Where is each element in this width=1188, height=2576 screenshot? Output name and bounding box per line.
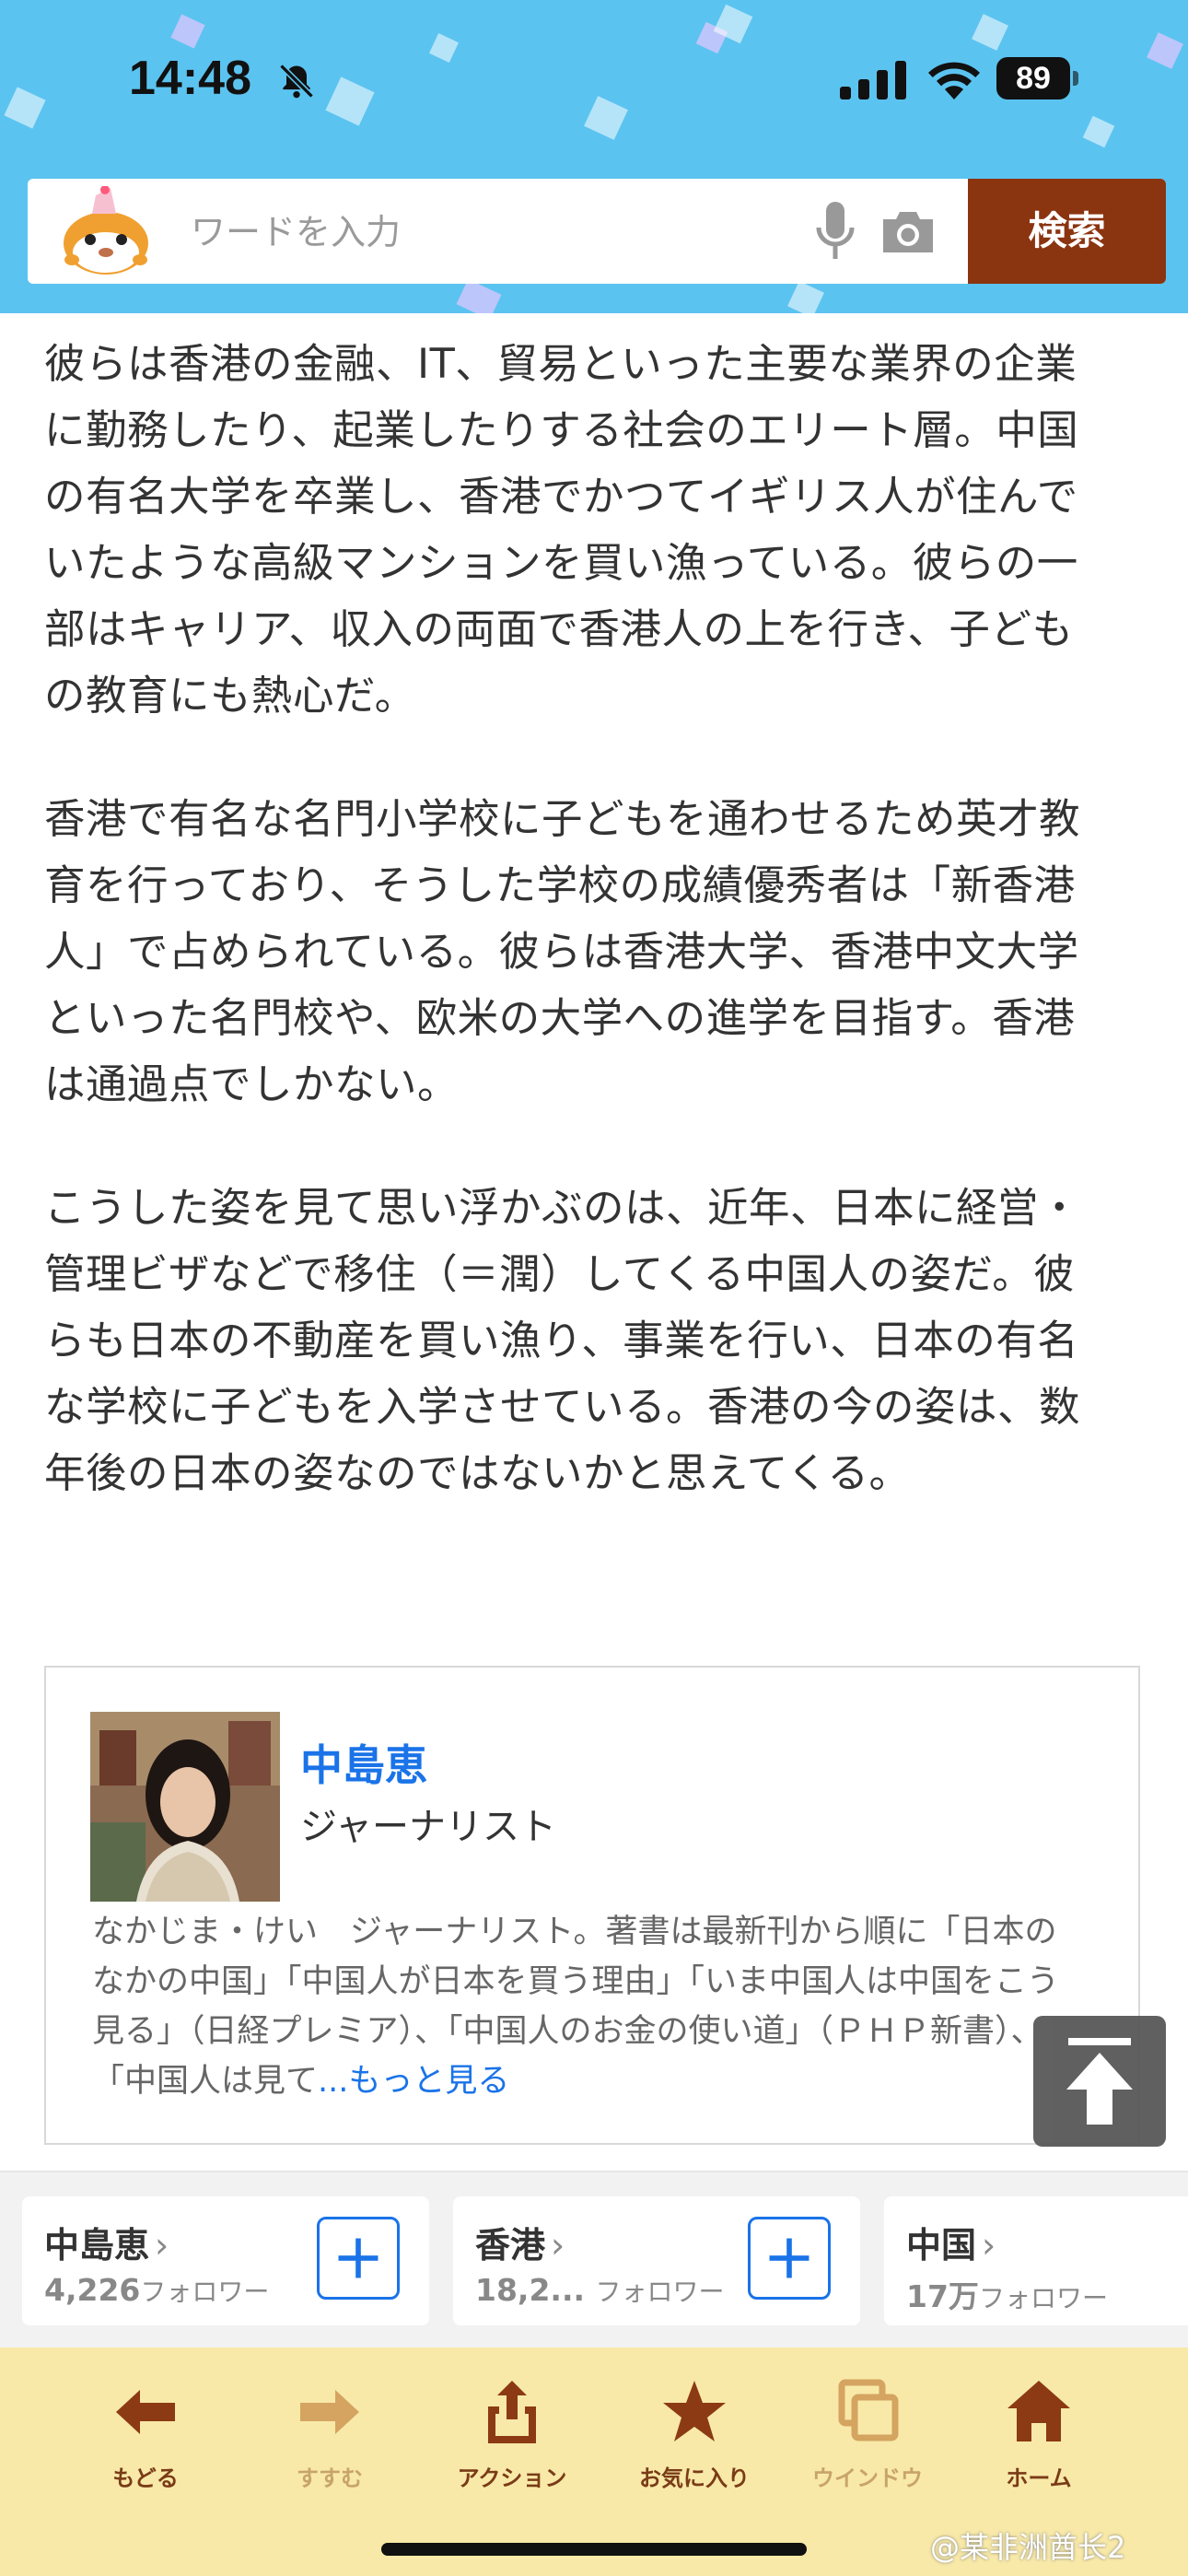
search-bar: 検索 — [28, 179, 1166, 284]
home-label: ホーム — [1006, 2465, 1072, 2491]
back-label: もどる — [112, 2465, 179, 2491]
follow-card-china[interactable]: 中国 › 17万フォロワー — [884, 2196, 1188, 2325]
follow-card-title: 中国 › — [906, 2217, 996, 2267]
cellular-signal-icon — [840, 61, 906, 100]
status-time: 14:48 — [129, 52, 251, 105]
chevron-right-icon: › — [551, 2225, 565, 2266]
author-name-link[interactable]: 中島恵 — [300, 1732, 427, 1793]
follow-card-name: 中国 — [906, 2225, 977, 2266]
follower-count: 4,226フォロワー — [44, 2272, 269, 2309]
scroll-to-top-button[interactable] — [1033, 2016, 1166, 2147]
action-label: アクション — [457, 2465, 567, 2491]
home-icon — [1007, 2381, 1070, 2441]
plus-icon — [338, 2238, 379, 2278]
favorites-button[interactable]: お気に入り — [611, 2375, 777, 2513]
bell-muted-icon — [279, 64, 314, 99]
read-more-link[interactable]: ...もっと見る — [318, 2063, 509, 2100]
follower-count-value: 4,226 — [44, 2272, 141, 2308]
confetti-decoration — [456, 278, 502, 313]
search-button[interactable]: 検索 — [968, 179, 1166, 284]
follow-card-author[interactable]: 中島恵 › 4,226フォロワー — [22, 2196, 429, 2325]
arrow-up-icon — [1066, 2038, 1133, 2125]
follow-button[interactable] — [748, 2217, 831, 2300]
author-bio-text: なかじま・けい ジャーナリスト。著書は最新刊から順に「日本のなかの中国」「中国人… — [92, 1914, 1060, 2100]
follower-count: 17万フォロワー — [906, 2272, 1108, 2316]
follow-card-name: 香港 — [475, 2225, 546, 2266]
article-paragraph: こうした姿を見て思い浮かぶのは、近年、日本に経営・管理ビザなどで移住（＝潤）して… — [44, 1185, 1081, 1497]
mascot-logo-icon — [64, 186, 148, 275]
microphone-icon[interactable] — [815, 202, 856, 261]
home-indicator — [381, 2543, 807, 2556]
forward-label: すすむ — [297, 2465, 363, 2491]
chevron-right-icon: › — [982, 2225, 996, 2266]
camera-icon[interactable] — [879, 206, 937, 256]
author-bio: なかじま・けい ジャーナリスト。著書は最新刊から順に「日本のなかの中国」「中国人… — [92, 1907, 1087, 2106]
follower-count-value: 17万 — [906, 2278, 979, 2314]
battery-level: 89 — [996, 57, 1070, 100]
follow-card-title: 中島恵 › — [44, 2217, 169, 2267]
wifi-icon — [928, 62, 980, 100]
author-profile-card: 中島恵 ジャーナリスト なかじま・けい ジャーナリスト。著書は最新刊から順に「日… — [44, 1666, 1140, 2145]
follower-unit: フォロワー — [140, 2277, 270, 2307]
follower-count-value: 18,2... — [475, 2272, 586, 2308]
status-bar: 14:48 89 — [0, 0, 1188, 166]
article-paragraph: 香港で有名な名門小学校に子どもを通わせるため英才教育を行っており、そうした学校の… — [44, 796, 1081, 1108]
follow-card-title: 香港 › — [475, 2217, 565, 2267]
favorites-label: お気に入り — [639, 2465, 750, 2491]
follower-unit: フォロワー — [595, 2277, 725, 2307]
follow-card-hongkong[interactable]: 香港 › 18,2... フォロワー — [453, 2196, 860, 2325]
follower-count: 18,2... フォロワー — [475, 2272, 725, 2309]
windows-icon — [838, 2379, 899, 2441]
confetti-decoration — [787, 281, 824, 313]
star-icon — [663, 2381, 726, 2441]
author-photo[interactable] — [90, 1712, 280, 1902]
battery-tip — [1073, 71, 1078, 86]
follow-topics-strip: 中島恵 › 4,226フォロワー 香港 › 18,2... フォロワー 中国 › 17… — [0, 2172, 1188, 2348]
share-icon — [488, 2381, 536, 2443]
chevron-right-icon: › — [155, 2225, 169, 2266]
arrow-left-icon — [116, 2390, 175, 2434]
back-button[interactable]: もどる — [63, 2375, 228, 2513]
search-input[interactable] — [189, 197, 800, 267]
follower-unit: フォロワー — [978, 2283, 1108, 2313]
battery-indicator: 89 — [996, 57, 1081, 100]
window-button[interactable]: ウインドウ — [785, 2375, 950, 2513]
author-role: ジャーナリスト — [300, 1806, 556, 1848]
watermark: @某非洲酋长2 — [930, 2530, 1126, 2565]
article-paragraph: 彼らは香港の金融、IT、貿易といった主要な業界の企業に勤務したり、起業したりする… — [44, 341, 1079, 720]
app-header: 14:48 89 ワードを入力 検索 — [0, 0, 1188, 313]
follow-button[interactable] — [317, 2217, 400, 2300]
action-button[interactable]: アクション — [429, 2375, 595, 2513]
follow-card-name: 中島恵 — [44, 2225, 150, 2266]
home-button[interactable]: ホーム — [956, 2375, 1122, 2513]
plus-icon — [769, 2238, 809, 2278]
arrow-right-icon — [300, 2390, 359, 2434]
window-label: ウインドウ — [812, 2465, 923, 2491]
forward-button[interactable]: すすむ — [247, 2375, 413, 2513]
article-body: 彼らは香港の金融、IT、貿易といった主要な業界の企業に勤務したり、起業したりする… — [44, 332, 1112, 1564]
